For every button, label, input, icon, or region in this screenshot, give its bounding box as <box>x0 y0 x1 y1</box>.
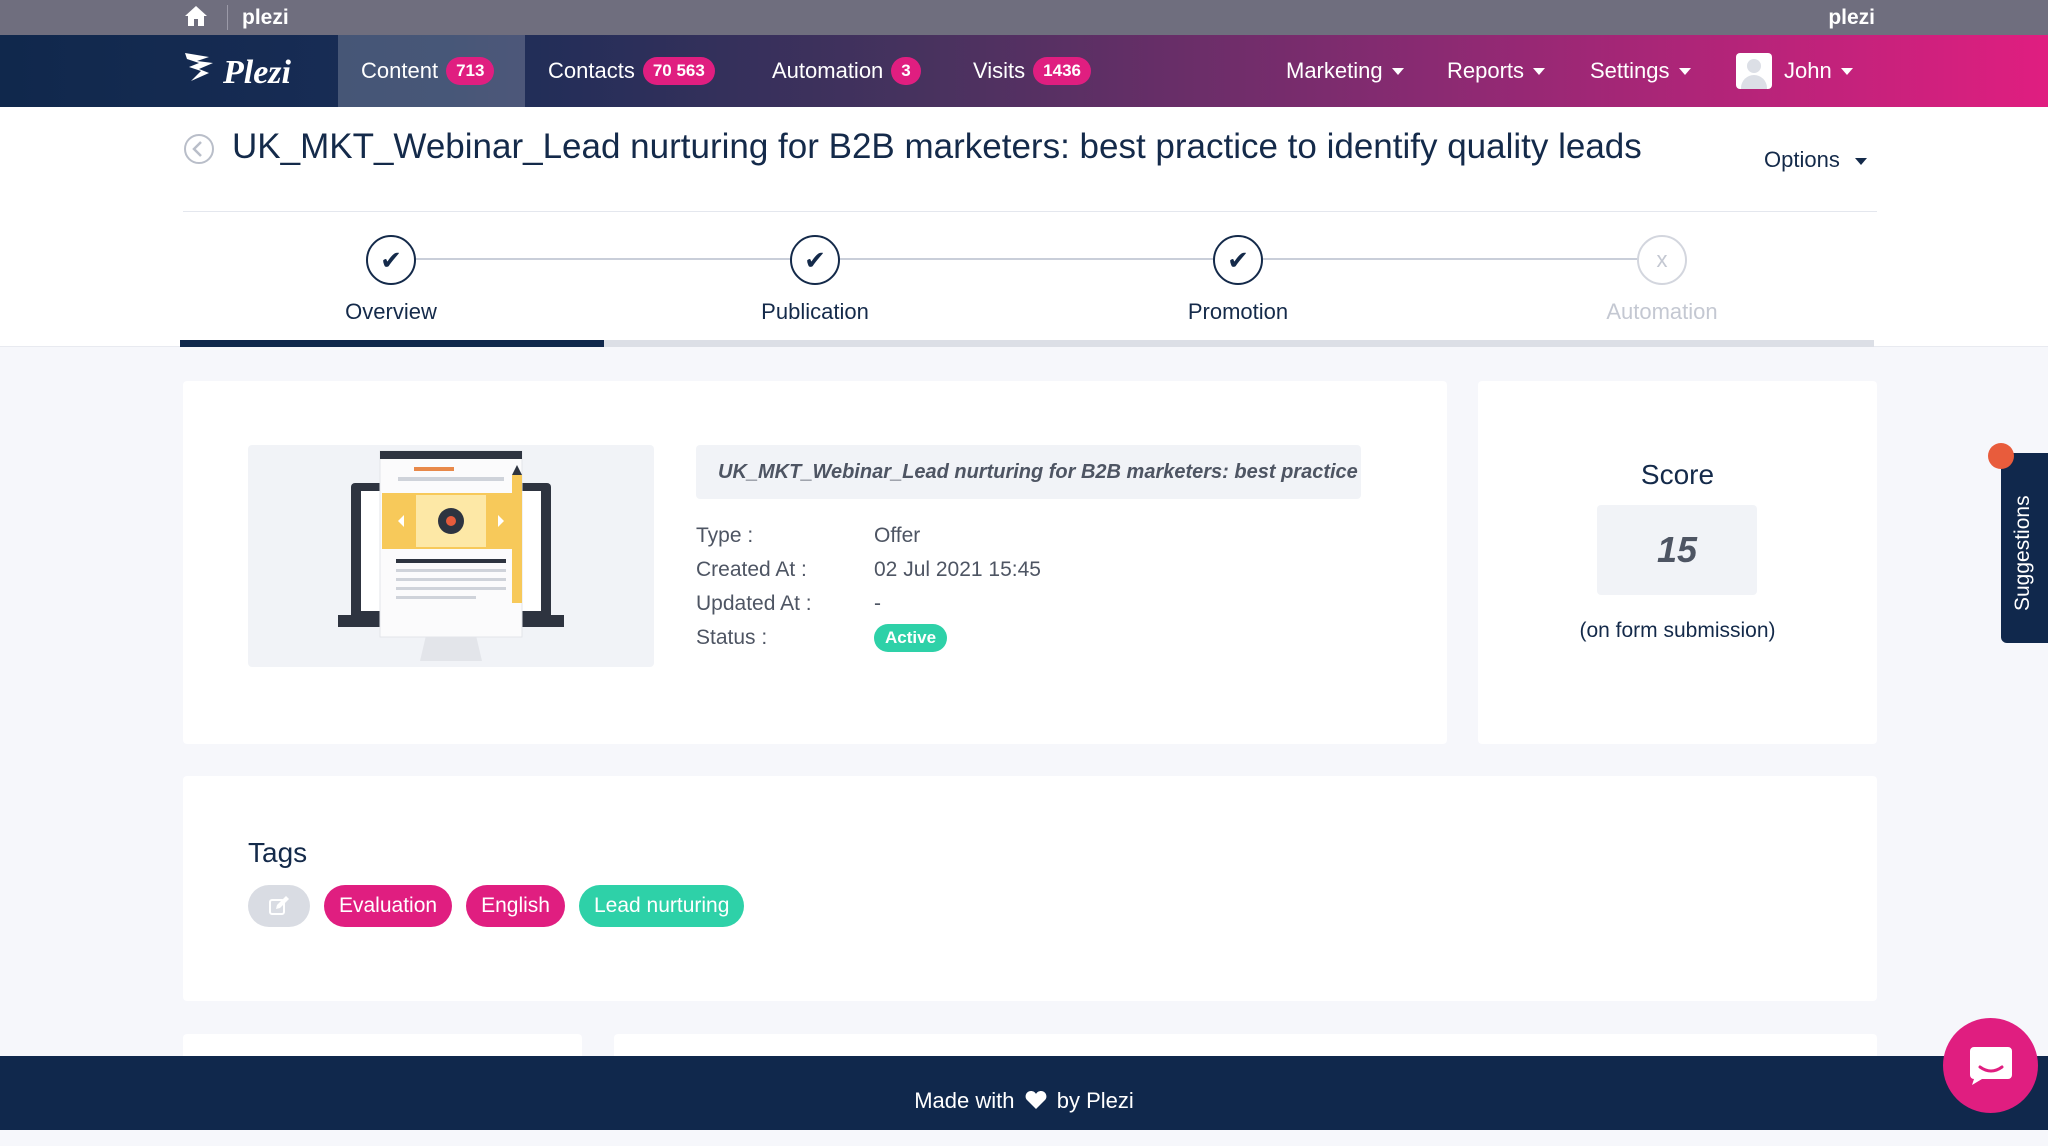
chat-icon <box>1969 1046 2012 1085</box>
step-publication[interactable]: ✔ Publication <box>665 235 965 325</box>
options-dropdown[interactable]: Options <box>1764 147 1867 173</box>
chevron-down-icon <box>1533 67 1546 75</box>
tag-list: Evaluation English Lead nurturing <box>248 885 745 927</box>
chevron-down-icon <box>1678 67 1691 75</box>
tags-title: Tags <box>248 837 308 868</box>
content-header: UK_MKT_Webinar_Lead nurturing for B2B ma… <box>0 107 2048 347</box>
suggestions-label: Suggestions <box>2011 495 2034 611</box>
avatar <box>1736 53 1772 89</box>
account-name: plezi <box>1828 6 1875 29</box>
svg-text:Plezi: Plezi <box>222 54 292 91</box>
score-note: (on form submission) <box>1579 619 1776 642</box>
meta-label: Updated At : <box>696 592 812 615</box>
main-nav: Plezi Content 713 Contacts 70 563 Automa… <box>0 35 2048 107</box>
footer-by: by Plezi <box>1056 1088 1134 1113</box>
step-label: Promotion <box>1187 299 1289 324</box>
step-label: Overview <box>345 299 437 324</box>
tags-card: Tags Evaluation English Lead nurturing <box>183 776 1877 1001</box>
step-check-icon: ✔ <box>1213 235 1263 285</box>
content-details-card: UK_MKT_Webinar_Lead nurturing for B2B ma… <box>183 381 1447 744</box>
edit-icon <box>269 896 289 915</box>
step-promotion[interactable]: ✔ Promotion <box>1088 235 1388 325</box>
header-divider <box>183 211 1877 212</box>
meta-label: Created At : <box>696 558 807 581</box>
top-bar: plezi plezi <box>0 0 2048 35</box>
nav-contacts-label: Contacts <box>548 58 635 83</box>
meta-label: Type : <box>696 524 754 547</box>
meta-row-updated: Updated At : - <box>696 587 1041 621</box>
top-bar-separator <box>227 5 228 30</box>
user-menu[interactable]: John <box>1736 35 1853 107</box>
nav-automation-label: Automation <box>772 58 884 83</box>
meta-value: Offer <box>874 524 921 547</box>
chevron-down-icon <box>1840 67 1853 75</box>
content-thumbnail <box>248 445 654 667</box>
nav-reports-menu[interactable]: Reports <box>1447 35 1546 107</box>
score-card: Score 15 (on form submission) <box>1478 381 1877 744</box>
nav-marketing-menu[interactable]: Marketing <box>1286 35 1404 107</box>
meta-row-type: Type : Offer <box>696 519 1041 553</box>
visits-count-badge: 1436 <box>1033 57 1091 85</box>
page-title: UK_MKT_Webinar_Lead nurturing for B2B ma… <box>232 127 1642 166</box>
plezi-logo[interactable]: Plezi <box>183 47 326 93</box>
chevron-down-icon <box>1854 157 1867 165</box>
home-icon[interactable] <box>183 3 209 29</box>
meta-row-created: Created At : 02 Jul 2021 15:45 <box>696 553 1041 587</box>
edit-tags-button[interactable] <box>248 885 310 927</box>
workspace-name[interactable]: plezi <box>242 6 289 30</box>
meta-value: - <box>874 592 881 615</box>
step-incomplete-icon: x <box>1637 235 1687 285</box>
score-value-field[interactable]: 15 <box>1597 505 1757 595</box>
nav-settings-menu[interactable]: Settings <box>1590 35 1691 107</box>
nav-automation[interactable]: Automation 3 <box>772 35 921 107</box>
nav-content-label: Content <box>361 58 439 83</box>
footer-made-with: Made with <box>914 1088 1015 1113</box>
step-label: Publication <box>761 299 869 324</box>
meta-row-status: Status : Active <box>696 621 1041 655</box>
nav-settings-label: Settings <box>1590 58 1670 83</box>
meta-label: Status : <box>696 626 768 649</box>
content-name-field[interactable]: UK_MKT_Webinar_Lead nurturing for B2B ma… <box>696 445 1361 499</box>
tag-lead-nurturing[interactable]: Lead nurturing <box>578 885 745 927</box>
step-label: Automation <box>1606 299 1718 324</box>
suggestions-tab[interactable]: Suggestions <box>2001 453 2048 643</box>
nav-contacts[interactable]: Contacts 70 563 <box>548 35 715 107</box>
stepper-progress-track <box>180 340 1874 347</box>
tag-evaluation[interactable]: Evaluation <box>324 885 453 927</box>
nav-marketing-label: Marketing <box>1286 58 1383 83</box>
nav-visits[interactable]: Visits 1436 <box>973 35 1091 107</box>
user-name: John <box>1784 58 1832 83</box>
chat-launcher-button[interactable] <box>1943 1018 2038 1113</box>
options-label: Options <box>1764 147 1840 172</box>
nav-content[interactable]: Content 713 <box>338 35 525 107</box>
nav-reports-label: Reports <box>1447 58 1525 83</box>
back-arrow-icon[interactable] <box>183 133 215 165</box>
step-overview[interactable]: ✔ Overview <box>241 235 541 325</box>
footer: Made with by Plezi <box>0 1056 2048 1130</box>
content-meta: Type : Offer Created At : 02 Jul 2021 15… <box>696 519 1041 655</box>
heart-icon <box>1025 1091 1047 1109</box>
nav-visits-label: Visits <box>973 58 1026 83</box>
notification-dot-icon <box>1988 443 2014 469</box>
step-check-icon: ✔ <box>366 235 416 285</box>
step-check-icon: ✔ <box>790 235 840 285</box>
tag-english[interactable]: English <box>466 885 565 927</box>
automation-count-badge: 3 <box>891 57 921 85</box>
chevron-down-icon <box>1391 67 1404 75</box>
contacts-count-badge: 70 563 <box>642 57 715 85</box>
content-count-badge: 713 <box>446 57 495 85</box>
step-automation[interactable]: x Automation <box>1512 235 1812 325</box>
status-badge: Active <box>874 624 948 652</box>
stepper-progress-fill <box>180 340 604 347</box>
meta-value: 02 Jul 2021 15:45 <box>874 558 1041 581</box>
score-title: Score <box>1640 459 1715 490</box>
stepper-connector <box>391 258 1661 260</box>
offer-illustration-icon <box>338 450 564 661</box>
